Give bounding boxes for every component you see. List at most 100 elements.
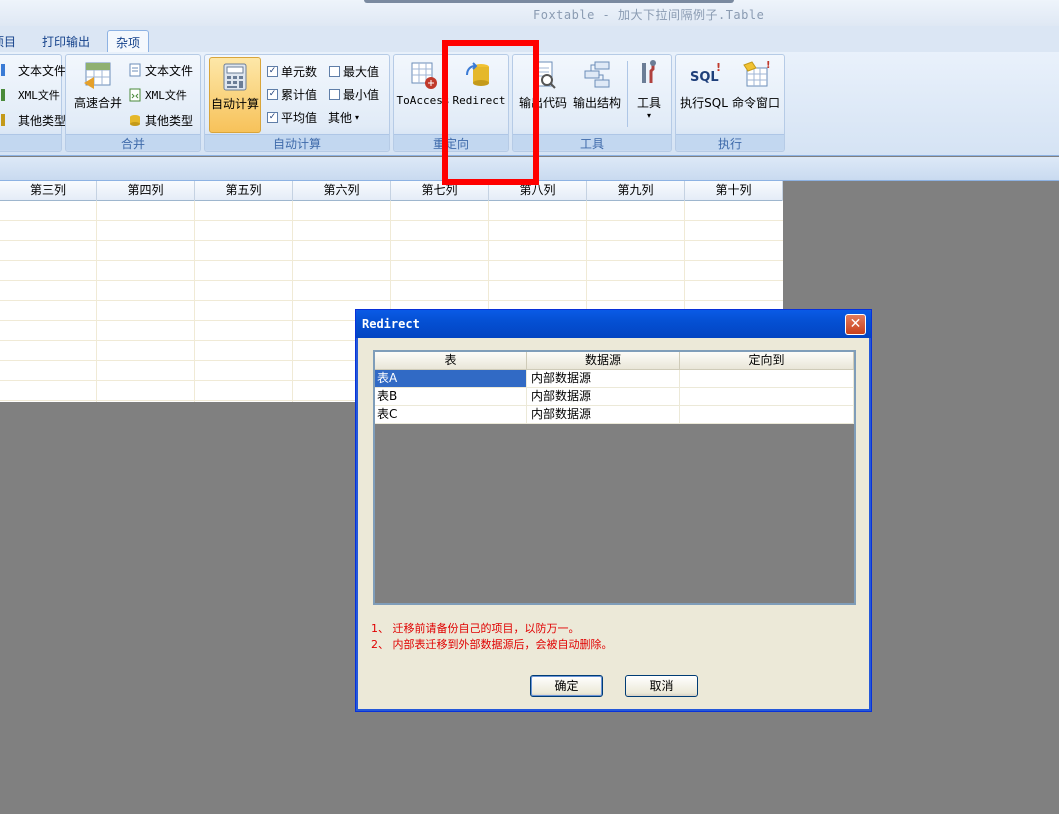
merge-text-file-label: 文本文件 (145, 63, 194, 78)
cell-redirect-to[interactable] (680, 388, 854, 405)
calculator-icon (223, 63, 247, 91)
merge-text-file-button[interactable]: 文本文件 (128, 60, 193, 80)
redirect-table[interactable]: 表 数据源 定向到 表A 内部数据源 表B 内部数据源 表C 内部数据源 (373, 350, 856, 605)
tools-dropdown-button[interactable]: 工具 ▾ (631, 59, 667, 120)
execute-sql-label: 执行SQL (680, 96, 728, 110)
fast-merge-button[interactable]: 高速合并 (70, 59, 126, 111)
merge-xml-file-button[interactable]: XML文件 (128, 85, 187, 105)
chevron-down-icon: ▾ (355, 112, 360, 122)
close-icon: ✕ (849, 316, 862, 332)
dialog-title-bar[interactable]: Redirect ✕ (356, 310, 871, 338)
tools-label: 工具 (636, 96, 661, 110)
text-file-icon (1, 63, 15, 77)
chevron-down-icon: ▾ (646, 111, 651, 120)
cell-datasource[interactable]: 内部数据源 (527, 406, 680, 423)
tab-project[interactable]: 项目 (0, 30, 24, 52)
column-header-datasource[interactable]: 数据源 (527, 352, 680, 369)
note-line: 1、 迁移前请备份自己的项目，以防万一。 (371, 622, 580, 635)
xml-file-icon (128, 88, 142, 102)
tab-misc[interactable]: 杂项 (107, 30, 150, 52)
column-header[interactable]: 第九列 (587, 181, 685, 201)
column-header[interactable]: 第六列 (293, 181, 391, 201)
auto-calc-button[interactable]: 自动计算 (209, 57, 261, 133)
cumulative-label: 累计值 (281, 87, 318, 102)
table-row[interactable]: 表B 内部数据源 (375, 388, 854, 406)
svg-text:!: ! (716, 61, 721, 74)
cell-table[interactable]: 表C (375, 406, 527, 423)
import-xml-file-button[interactable]: XML文件 (1, 85, 60, 105)
cell-table[interactable]: 表B (375, 388, 527, 405)
import-other-type-label: 其他类型 (18, 113, 67, 128)
column-header-table[interactable]: 表 (375, 352, 527, 369)
execute-sql-button[interactable]: SQL ! 执行SQL (680, 59, 728, 111)
command-window-button[interactable]: ! 命令窗口 (730, 59, 782, 111)
checkbox-average[interactable]: ✓ 平均值 (267, 107, 317, 127)
cancel-button[interactable]: 取消 (625, 675, 698, 697)
cell-redirect-to[interactable] (680, 406, 854, 423)
cell-datasource[interactable]: 内部数据源 (527, 388, 680, 405)
table-row[interactable] (0, 281, 783, 301)
database-icon (128, 113, 142, 127)
title-bar: Foxtable - 加大下拉间隔例子.Table (0, 0, 1059, 26)
column-header[interactable]: 第三列 (0, 181, 97, 201)
access-table-icon (411, 62, 437, 89)
merge-other-type-label: 其他类型 (145, 113, 194, 128)
group-autocalc: 自动计算 ✓ 单元数 ✓ 累计值 ✓ 平均值 最大值 最小值 其他 ▾ 自动计算 (204, 54, 390, 152)
auto-calc-label: 自动计算 (210, 97, 259, 111)
checkbox-cumulative[interactable]: ✓ 累计值 (267, 84, 317, 104)
group-merge: 高速合并 文本文件 XML文件 其他类型 合并 (65, 54, 201, 152)
cell-redirect-to[interactable] (680, 370, 854, 387)
average-label: 平均值 (281, 110, 318, 125)
table-row[interactable]: 表C 内部数据源 (375, 406, 854, 424)
export-structure-button[interactable]: 输出结构 (571, 59, 623, 111)
sql-icon: SQL ! (690, 61, 721, 85)
table-row[interactable] (0, 241, 783, 261)
tab-print-output[interactable]: 打印输出 (34, 30, 98, 52)
command-window-icon: ! (743, 60, 771, 87)
window-title: Foxtable - 加大下拉间隔例子.Table (533, 8, 765, 22)
structure-tree-icon (584, 61, 610, 88)
cell-datasource[interactable]: 内部数据源 (527, 370, 680, 387)
command-window-label: 命令窗口 (731, 96, 780, 110)
checkbox-min[interactable]: 最小值 (329, 84, 379, 104)
table-row[interactable] (0, 261, 783, 281)
import-xml-file-label: XML文件 (18, 89, 60, 102)
table-row[interactable] (0, 221, 783, 241)
close-button[interactable]: ✕ (845, 314, 866, 335)
warning-notes: 1、 迁移前请备份自己的项目，以防万一。 2、 内部表迁移到外部数据源后，会被自… (371, 621, 613, 653)
import-text-file-button[interactable]: 文本文件 (1, 60, 66, 80)
column-header[interactable]: 第五列 (195, 181, 293, 201)
checkbox-max[interactable]: 最大值 (329, 61, 379, 81)
table-header: 表 数据源 定向到 (375, 352, 854, 370)
column-header[interactable]: 第四列 (97, 181, 195, 201)
group-autocalc-label: 自动计算 (205, 134, 389, 151)
fast-merge-label: 高速合并 (73, 96, 122, 110)
group-exec: SQL ! 执行SQL ! 命令窗口 执行 (675, 54, 785, 152)
svg-text:SQL: SQL (690, 70, 719, 85)
table-row[interactable] (0, 201, 783, 221)
table-row[interactable]: 表A 内部数据源 (375, 370, 854, 388)
cell-table[interactable]: 表A (375, 370, 527, 387)
check-icon: ✓ (267, 88, 278, 100)
import-text-file-label: 文本文件 (18, 63, 67, 78)
group-separator (627, 61, 628, 127)
text-file-icon (128, 63, 142, 77)
note-line: 2、 内部表迁移到外部数据源后，会被自动删除。 (371, 638, 613, 651)
dialog-title: Redirect (362, 317, 420, 331)
import-other-type-button[interactable]: 其他类型 (1, 110, 66, 130)
wrench-screwdriver-icon (642, 60, 656, 83)
other-label: 其他 (328, 110, 353, 125)
other-dropdown[interactable]: 其他 ▾ (328, 107, 359, 127)
quick-access-edge (364, 0, 734, 3)
merge-other-type-button[interactable]: 其他类型 (128, 110, 193, 130)
min-label: 最小值 (343, 87, 380, 102)
column-header-redirect-to[interactable]: 定向到 (680, 352, 854, 369)
ok-button[interactable]: 确定 (530, 675, 603, 697)
grid-header: 第三列 第四列 第五列 第六列 第七列 第八列 第九列 第十列 (0, 181, 783, 201)
column-header[interactable]: 第十列 (685, 181, 783, 201)
max-label: 最大值 (343, 64, 380, 79)
checkbox-cell-count[interactable]: ✓ 单元数 (267, 61, 317, 81)
redirect-dialog: Redirect ✕ 表 数据源 定向到 表A 内部数据源 表B 内部数据源 表… (355, 309, 872, 712)
group-exec-label: 执行 (676, 134, 784, 151)
unchecked-box-icon (329, 65, 340, 77)
